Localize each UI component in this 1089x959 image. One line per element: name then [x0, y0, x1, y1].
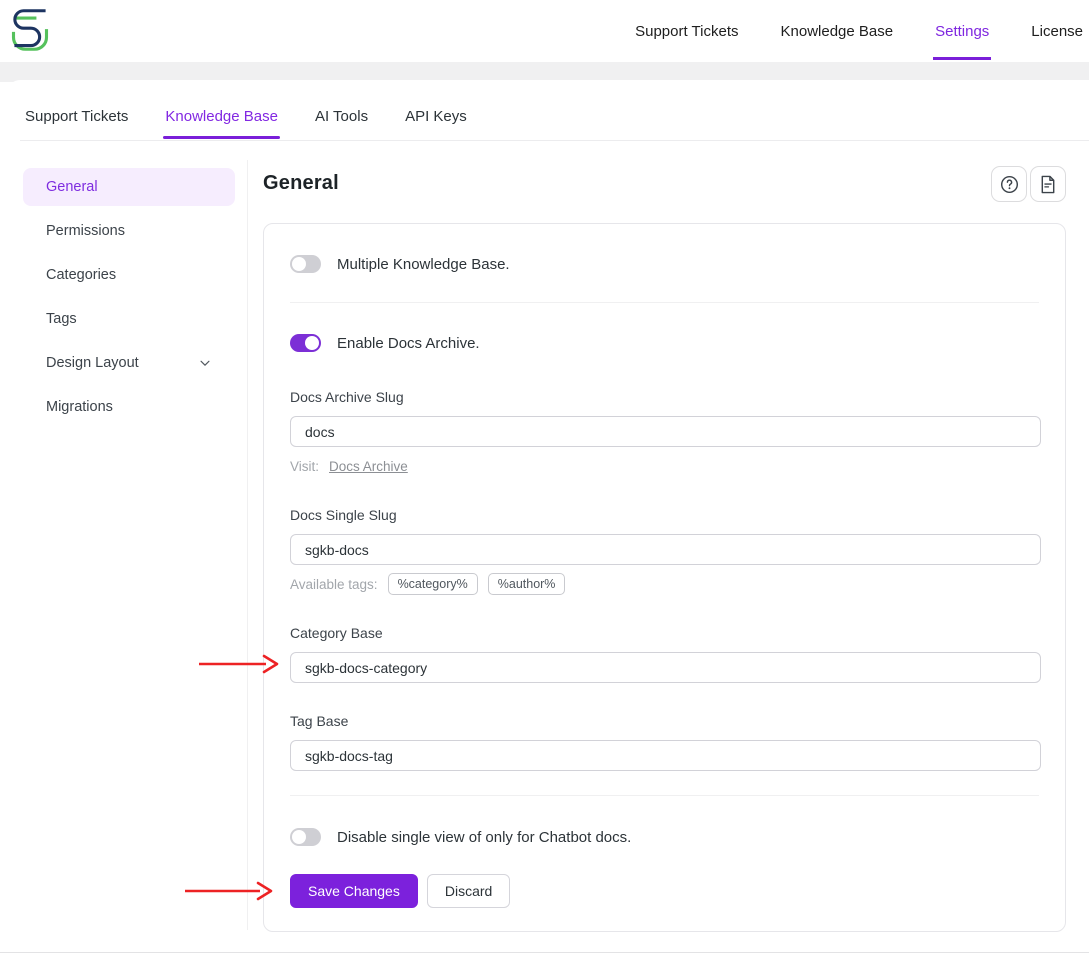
- sidebar-item-label: Migrations: [46, 399, 113, 415]
- tabbar-divider: [20, 140, 1089, 141]
- help-button[interactable]: [991, 166, 1027, 202]
- tab-ai-tools[interactable]: AI Tools: [313, 98, 370, 139]
- sidebar-item-general[interactable]: General: [23, 168, 235, 206]
- page-bottom-divider: [0, 952, 1089, 953]
- top-nav-license[interactable]: License: [1029, 3, 1085, 60]
- tag-base-label: Tag Base: [290, 713, 348, 729]
- sidebar-item-categories[interactable]: Categories: [23, 256, 235, 294]
- tag-chip-category[interactable]: %category%: [388, 573, 478, 595]
- sidebar-item-label: Permissions: [46, 223, 125, 239]
- docs-single-slug-input[interactable]: [290, 534, 1041, 565]
- sidebar-item-label: Design Layout: [46, 355, 139, 371]
- enable-docs-archive-row: Enable Docs Archive.: [290, 325, 480, 361]
- multiple-kb-toggle[interactable]: [290, 255, 321, 273]
- settings-sidebar: General Permissions Categories Tags Desi…: [23, 168, 235, 432]
- docs-button[interactable]: [1030, 166, 1066, 202]
- page-title: General: [263, 172, 339, 195]
- sidebar-divider: [247, 160, 248, 930]
- disable-single-view-toggle[interactable]: [290, 828, 321, 846]
- enable-docs-archive-toggle[interactable]: [290, 334, 321, 352]
- settings-page: Support Tickets Knowledge Base Settings …: [0, 0, 1089, 959]
- enable-docs-archive-label: Enable Docs Archive.: [337, 335, 480, 352]
- section-divider: [290, 795, 1039, 796]
- annotation-arrow-category-base: [196, 652, 282, 676]
- sidebar-item-design-layout[interactable]: Design Layout: [23, 344, 235, 382]
- tag-chip-author[interactable]: %author%: [488, 573, 566, 595]
- top-bar: Support Tickets Knowledge Base Settings …: [0, 0, 1089, 62]
- top-nav-support-tickets[interactable]: Support Tickets: [633, 3, 740, 60]
- tab-support-tickets[interactable]: Support Tickets: [23, 98, 130, 139]
- tag-base-input[interactable]: [290, 740, 1041, 771]
- tab-api-keys[interactable]: API Keys: [403, 98, 469, 139]
- sidebar-item-permissions[interactable]: Permissions: [23, 212, 235, 250]
- form-actions: Save Changes Discard: [290, 874, 510, 908]
- visit-line: Visit: Docs Archive: [290, 459, 408, 474]
- settings-tabbar: Support Tickets Knowledge Base AI Tools …: [23, 98, 469, 139]
- docs-archive-slug-label: Docs Archive Slug: [290, 389, 404, 405]
- category-base-input[interactable]: [290, 652, 1041, 683]
- sidebar-item-label: Categories: [46, 267, 116, 283]
- sidebar-item-migrations[interactable]: Migrations: [23, 388, 235, 426]
- multiple-kb-label: Multiple Knowledge Base.: [337, 256, 510, 273]
- document-icon: [1039, 175, 1057, 194]
- top-navigation: Support Tickets Knowledge Base Settings …: [633, 0, 1085, 62]
- help-icon: [1000, 175, 1019, 194]
- docs-archive-slug-input[interactable]: [290, 416, 1041, 447]
- admin-background-strip: [0, 62, 1089, 82]
- docs-single-slug-label: Docs Single Slug: [290, 507, 397, 523]
- visit-prefix: Visit:: [290, 459, 319, 474]
- top-nav-knowledge-base[interactable]: Knowledge Base: [779, 3, 896, 60]
- save-changes-button[interactable]: Save Changes: [290, 874, 418, 908]
- annotation-arrow-save-button: [182, 879, 276, 903]
- multiple-kb-row: Multiple Knowledge Base.: [290, 246, 510, 282]
- available-tags-line: Available tags: %category% %author%: [290, 573, 565, 595]
- tab-knowledge-base[interactable]: Knowledge Base: [163, 98, 280, 139]
- available-tags-label: Available tags:: [290, 577, 378, 592]
- disable-single-view-row: Disable single view of only for Chatbot …: [290, 819, 631, 855]
- sidebar-item-label: Tags: [46, 311, 77, 327]
- general-settings-card: Multiple Knowledge Base. Enable Docs Arc…: [263, 223, 1066, 932]
- toggle-knob: [292, 830, 306, 844]
- docs-archive-link[interactable]: Docs Archive: [329, 459, 408, 474]
- discard-button[interactable]: Discard: [427, 874, 510, 908]
- chevron-down-icon: [198, 356, 212, 370]
- category-base-label: Category Base: [290, 625, 383, 641]
- toggle-knob: [292, 257, 306, 271]
- disable-single-view-label: Disable single view of only for Chatbot …: [337, 829, 631, 846]
- brand-logo-icon: [8, 5, 52, 55]
- sidebar-item-label: General: [46, 179, 98, 195]
- sidebar-item-tags[interactable]: Tags: [23, 300, 235, 338]
- section-divider: [290, 302, 1039, 303]
- top-nav-settings[interactable]: Settings: [933, 3, 991, 60]
- toggle-knob: [305, 336, 319, 350]
